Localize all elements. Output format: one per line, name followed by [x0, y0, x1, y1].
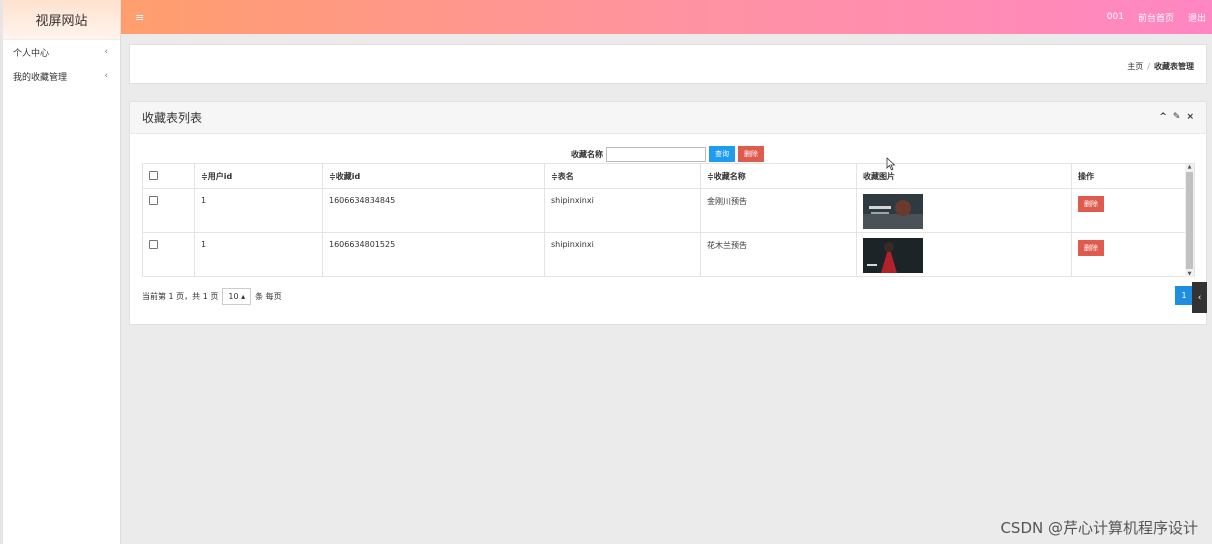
cell-fav-image: [856, 188, 1072, 233]
query-button[interactable]: 查询: [709, 146, 735, 162]
breadcrumb-current: 收藏表管理: [1154, 62, 1194, 71]
cell-fav-id: 1606634801525: [322, 232, 545, 277]
header-actions: 操作: [1071, 163, 1195, 189]
per-page-value: 10: [228, 292, 239, 301]
header-user-id[interactable]: ≑用户id: [194, 163, 323, 189]
cell-actions: 删除: [1071, 188, 1195, 233]
header-fav-name[interactable]: ≑收藏名称: [700, 163, 857, 189]
cell-table-name: shipinxinxi: [544, 188, 701, 233]
cell-user-id: 1: [194, 188, 323, 233]
chevron-left-icon[interactable]: ‹: [1192, 282, 1207, 313]
logout-link[interactable]: 退出: [1188, 11, 1206, 24]
search-bar: 收藏名称 查询 删除: [571, 146, 764, 162]
breadcrumb-bar: 主页 / 收藏表管理: [129, 44, 1207, 84]
collapse-icon[interactable]: ^: [1159, 112, 1167, 122]
sidebar: 视屏网站 个人中心 ‹ 我的收藏管理 ‹: [0, 0, 121, 544]
sidebar-item-label: 我的收藏管理: [13, 72, 68, 83]
select-all-checkbox[interactable]: [149, 170, 158, 180]
chevron-left-icon: ‹: [104, 47, 108, 57]
per-page-select[interactable]: 10 ▴: [222, 288, 252, 305]
breadcrumb-separator: /: [1147, 62, 1150, 71]
watermark: CSDN @芹心计算机程序设计: [1000, 519, 1198, 537]
favorites-table: ≑用户id ≑收藏id ≑表名 ≑收藏名称 收藏图片 操作 1 16066348…: [142, 163, 1195, 277]
sidebar-item-personal-center[interactable]: 个人中心 ‹: [3, 40, 120, 64]
table-scrollbar[interactable]: ▲ ▼: [1185, 164, 1194, 277]
cell-table-name: shipinxinxi: [544, 232, 701, 277]
cell-fav-image: [856, 232, 1072, 277]
row-delete-button[interactable]: 删除: [1078, 240, 1104, 256]
cell-fav-id: 1606634834845: [322, 188, 545, 233]
favorites-panel: 收藏表列表 ^ ✎ × 收藏名称 查询 删除 ≑用户id ≑收藏id ≑表名 ≑…: [129, 101, 1207, 325]
cell-actions: 删除: [1071, 232, 1195, 277]
panel-tools: ^ ✎ ×: [1159, 112, 1194, 122]
cell-fav-name: 金刚川预告: [700, 188, 857, 233]
table-row: 1 1606634801525 shipinxinxi 花木兰预告 删除: [142, 232, 1195, 277]
scrollbar-thumb[interactable]: [1186, 172, 1193, 269]
video-thumbnail[interactable]: [863, 238, 923, 273]
scroll-down-icon[interactable]: ▼: [1185, 271, 1194, 277]
wrench-icon[interactable]: ✎: [1173, 112, 1181, 122]
page-info-text: 当前第 1 页，共 1 页: [142, 292, 219, 301]
header-fav-id[interactable]: ≑收藏id: [322, 163, 545, 189]
select-all-header[interactable]: [142, 163, 195, 189]
mouse-cursor-icon: [886, 157, 896, 171]
header-links: 001 前台首页 退出: [1107, 0, 1206, 34]
batch-delete-button[interactable]: 删除: [738, 146, 764, 162]
cell-fav-name: 花木兰预告: [700, 232, 857, 277]
chevron-left-icon: ‹: [104, 71, 108, 81]
row-delete-button[interactable]: 删除: [1078, 196, 1104, 212]
top-header: ≡ 001 前台首页 退出: [121, 0, 1212, 34]
table-header-row: ≑用户id ≑收藏id ≑表名 ≑收藏名称 收藏图片 操作: [142, 163, 1195, 189]
row-select-cell: [142, 188, 195, 233]
table-row: 1 1606634834845 shipinxinxi 金刚川预告 删除: [142, 188, 1195, 233]
frontend-home-link[interactable]: 前台首页: [1138, 11, 1174, 24]
header-table-name[interactable]: ≑表名: [544, 163, 701, 189]
menu-icon[interactable]: ≡: [135, 11, 144, 24]
row-select-cell: [142, 232, 195, 277]
close-icon[interactable]: ×: [1186, 112, 1194, 122]
breadcrumb: 主页 / 收藏表管理: [1127, 61, 1194, 72]
cell-user-id: 1: [194, 232, 323, 277]
sidebar-item-label: 个人中心: [13, 48, 50, 59]
row-checkbox[interactable]: [149, 196, 158, 205]
sidebar-item-favorites[interactable]: 我的收藏管理 ‹: [3, 64, 120, 88]
page-button-1[interactable]: 1: [1175, 286, 1193, 305]
search-input[interactable]: [606, 146, 706, 162]
row-checkbox[interactable]: [149, 240, 158, 249]
video-thumbnail[interactable]: [863, 194, 923, 229]
brand-title: 视屏网站: [3, 0, 120, 40]
pagination-info: 当前第 1 页，共 1 页 10 ▴ 条 每页: [142, 288, 282, 305]
search-label: 收藏名称: [571, 149, 603, 159]
panel-title: 收藏表列表: [130, 102, 1206, 134]
per-page-suffix: 条 每页: [255, 292, 282, 301]
username: 001: [1106, 12, 1124, 22]
breadcrumb-home[interactable]: 主页: [1127, 62, 1143, 71]
scroll-up-icon[interactable]: ▲: [1185, 164, 1194, 170]
